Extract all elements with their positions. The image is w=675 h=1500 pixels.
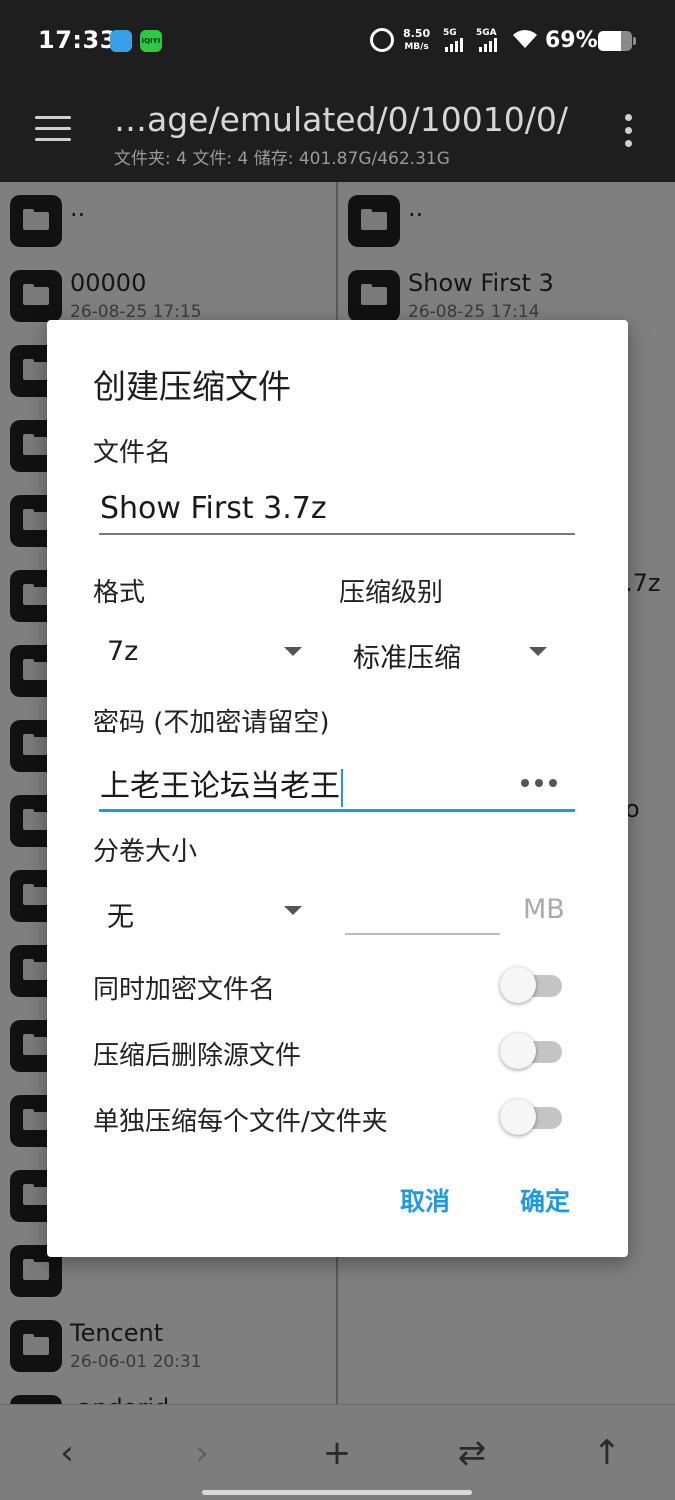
swap-icon[interactable]: ⇄ [450,1431,494,1475]
split-dropdown-icon[interactable] [284,906,302,915]
back-icon[interactable]: ‹ [45,1431,89,1475]
file-date: 26-06-01 20:31 [70,1352,202,1372]
dialog-title: 创建压缩文件 [93,367,291,406]
cloud-app-icon [110,30,132,52]
add-icon[interactable]: + [315,1431,359,1475]
home-indicator[interactable] [202,1490,472,1495]
partial-filename: .7z [625,569,661,597]
password-underline [99,809,575,812]
file-date: 26-08-25 17:14 [408,302,540,322]
file-list-item[interactable]: .. [0,182,336,257]
compression-level-select[interactable]: 标准压缩 [353,636,461,675]
split-size-underline [345,933,500,935]
file-list-item[interactable]: .andorid26-04-09 17:58 [0,1382,336,1404]
split-unit-label: MB [523,894,565,925]
battery-tip [633,37,636,45]
folder-icon [10,1395,62,1404]
current-path[interactable]: …age/emulated/0/10010/0/ [114,100,568,139]
folder-icon [348,270,400,322]
folder-icon [348,195,400,247]
password-input[interactable]: 上老王论坛当老王 [100,761,343,807]
file-date: 26-08-25 17:15 [70,302,202,322]
folder-icon [10,1320,62,1372]
level-dropdown-icon[interactable] [529,647,547,656]
file-name: 00000 [70,269,147,297]
battery-icon [598,31,632,51]
more-options-icon[interactable] [625,114,633,153]
up-icon[interactable]: ↑ [585,1431,629,1475]
file-name: .. [70,194,86,222]
sim1-signal-icon [445,38,463,52]
file-list-item[interactable]: .. [338,182,675,257]
show-password-icon[interactable] [521,779,557,787]
file-list-item[interactable]: Tencent 26-06-01 20:31 [0,1307,336,1382]
file-name: Show First 3 [408,269,554,297]
wifi-icon [513,30,537,48]
filename-underline [99,533,575,535]
delete-source-label: 压缩后删除源文件 [93,1041,302,1071]
net-speed-unit: MB/s [404,42,429,52]
format-label: 格式 [93,578,146,608]
filename-label: 文件名 [93,438,172,468]
status-time: 17:33 [38,26,117,54]
split-size-label: 分卷大小 [93,837,198,867]
password-label: 密码 (不加密请留空) [93,708,330,738]
password-text: 上老王论坛当老王 [100,769,340,804]
status-bar: 17:33 iQIYI 8.50 MB/s 5G 5GA 69% [0,0,675,84]
delete-source-toggle[interactable] [500,1033,562,1069]
ok-button[interactable]: 确定 [520,1182,570,1218]
net-speed-value: 8.50 [403,27,431,40]
create-archive-dialog: 创建压缩文件 文件名 Show First 3.7z 格式 压缩级别 7z 标准… [47,320,628,1257]
encrypt-filenames-label: 同时加密文件名 [93,975,276,1005]
battery-percent: 69% [545,28,598,53]
alarm-icon [370,28,394,52]
filename-input[interactable]: Show First 3.7z [100,491,327,526]
iqiyi-app-icon: iQIYI [140,30,162,52]
encrypt-filenames-toggle[interactable] [500,967,562,1003]
compression-level-label: 压缩级别 [339,578,444,608]
folder-icon [10,270,62,322]
split-size-input[interactable] [347,895,497,931]
sim2-label: 5GA [476,28,497,38]
forward-icon[interactable]: › [180,1431,224,1475]
file-name: .andorid [70,1394,169,1404]
bottom-bar: ‹ › + ⇄ ↑ [0,1404,675,1500]
file-name: .. [408,194,424,222]
storage-stats: 文件夹: 4 文件: 4 储存: 401.87G/462.31G [114,149,450,169]
toolbar: …age/emulated/0/10010/0/ 文件夹: 4 文件: 4 储存… [0,84,675,182]
split-size-select[interactable]: 无 [107,895,134,934]
file-name: Tencent [70,1319,164,1347]
menu-icon[interactable] [35,116,71,142]
sim1-label: 5G [443,28,457,38]
separate-archive-toggle[interactable] [500,1099,562,1135]
text-caret [341,768,343,807]
cancel-button[interactable]: 取消 [400,1182,450,1218]
separate-archive-label: 单独压缩每个文件/文件夹 [93,1107,388,1137]
net-speed: 8.50 MB/s [403,28,430,53]
sim2-signal-icon [479,38,497,52]
format-select[interactable]: 7z [107,636,138,667]
folder-icon [10,195,62,247]
format-dropdown-icon[interactable] [284,647,302,656]
